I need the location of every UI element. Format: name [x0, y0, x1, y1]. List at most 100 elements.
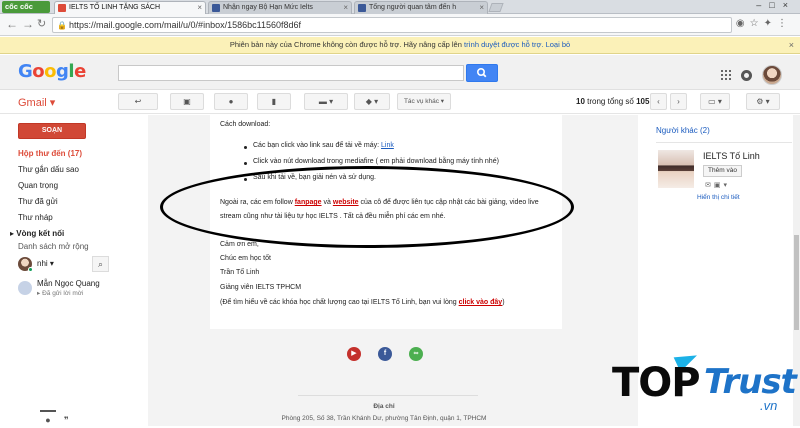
- contact-photo[interactable]: [658, 150, 694, 188]
- newer-button[interactable]: ‹: [650, 93, 667, 110]
- unsupported-browser-infobar: Phiên bản này của Chrome không còn được …: [0, 37, 800, 54]
- link-icon[interactable]: ∞: [409, 347, 423, 361]
- close-tab-icon[interactable]: ×: [479, 2, 484, 14]
- highlight-ellipse: [160, 166, 574, 248]
- lock-icon: 🔒: [57, 21, 67, 30]
- nav-item-inbox[interactable]: Hộp thư đến (17): [0, 146, 118, 162]
- reload-icon[interactable]: ↻: [37, 17, 46, 30]
- compose-button[interactable]: SOẠN: [18, 123, 86, 139]
- mail-search-input[interactable]: [118, 65, 464, 81]
- download-link[interactable]: Link: [381, 142, 394, 149]
- back-arrow-icon[interactable]: ←: [6, 17, 18, 31]
- chevron-right-icon: ›: [677, 97, 680, 106]
- bullet-icon: [244, 146, 247, 149]
- tab-ielts-to-linh[interactable]: IELTS TỐ LINH TẶNG SÁCH ×: [54, 1, 206, 14]
- nav-item-sent[interactable]: Thư đã gửi: [0, 194, 118, 210]
- gmail-toolbar: Gmail ▾ ↩ ▣ ● ▮ ▬ ▾ ◆ ▾ Tác vụ khác ▾ 10…: [0, 91, 800, 114]
- close-icon[interactable]: ×: [789, 37, 794, 53]
- forward-arrow-icon[interactable]: →: [22, 17, 34, 31]
- keyboard-icon: ▭ ▾: [708, 97, 722, 106]
- signature-title: Giảng viên IELTS TPHCM: [220, 284, 302, 291]
- online-status-icon: [28, 267, 33, 272]
- report-spam-button[interactable]: ●: [214, 93, 248, 110]
- contact-status: ▸ Đã gửi lời mời: [37, 290, 84, 297]
- account-avatar[interactable]: [762, 65, 782, 85]
- more-actions-button[interactable]: Tác vụ khác ▾: [397, 93, 451, 110]
- email-icon[interactable]: ✉: [705, 182, 714, 189]
- trash-icon: ▮: [271, 97, 277, 106]
- close-tab-icon[interactable]: ×: [197, 2, 202, 14]
- contact-name[interactable]: IELTS Tố Linh: [703, 151, 760, 161]
- chat-icon[interactable]: ▣: [714, 182, 724, 189]
- nav-list: Hộp thư đến (17) Thư gắn dấu sao Quan tr…: [0, 146, 118, 251]
- extension-icons[interactable]: ◉☆✦⋮: [736, 18, 792, 29]
- back-to-inbox-button[interactable]: ↩: [118, 93, 158, 110]
- left-nav: SOẠN Hộp thư đến (17) Thư gắn dấu sao Qu…: [0, 115, 118, 426]
- bullet-2: Click vào nút download trong mediafire (…: [253, 158, 499, 165]
- tab-third[interactable]: Tổng người quan tâm đến h ×: [354, 1, 488, 14]
- address-block: Địa chỉ Phòng 205, Số 38, Trần Khánh Dư,…: [281, 403, 487, 422]
- close-tab-icon[interactable]: ×: [343, 2, 348, 14]
- url-input[interactable]: 🔒 https://mail.google.com/mail/u/0/#inbo…: [52, 17, 732, 33]
- toptrust-watermark-logo: TOP Trust .vn: [612, 348, 798, 424]
- tab-second[interactable]: Nhận ngay Bộ Hạn Mức Ielts ×: [208, 1, 352, 14]
- gmail-menu[interactable]: Gmail ▾: [18, 96, 55, 109]
- facebook-icon[interactable]: f: [378, 347, 392, 361]
- tag-icon: ◆ ▾: [365, 97, 379, 106]
- dismiss-link[interactable]: Loại bỏ: [546, 40, 571, 49]
- bullet-icon: [244, 162, 247, 165]
- search-button[interactable]: [466, 64, 498, 82]
- bullet-1: Các bạn click vào link sau để tải về máy…: [253, 142, 394, 149]
- scrollbar-thumb[interactable]: [794, 235, 799, 330]
- nav-item-drafts[interactable]: Thư nháp: [0, 210, 118, 226]
- google-logo[interactable]: Google: [18, 61, 86, 82]
- search-icon: [477, 67, 487, 78]
- nav-item-more[interactable]: Danh sách mở rộng: [0, 242, 118, 251]
- click-here-link[interactable]: click vào đây: [459, 299, 503, 306]
- facebook-favicon-icon: [212, 4, 220, 12]
- facebook-favicon-icon: [358, 4, 366, 12]
- input-tools-button[interactable]: ▭ ▾: [700, 93, 730, 110]
- others-heading[interactable]: Người khác (2): [656, 126, 710, 135]
- new-tab-button[interactable]: [488, 3, 504, 12]
- header-actions: [721, 65, 782, 85]
- delete-button[interactable]: ▮: [257, 93, 291, 110]
- apps-grid-icon[interactable]: [721, 70, 731, 80]
- gear-icon: ⚙ ▾: [756, 97, 770, 106]
- archive-button[interactable]: ▣: [170, 93, 204, 110]
- move-to-button[interactable]: ▬ ▾: [304, 93, 348, 110]
- search-people-button[interactable]: ⌕: [92, 256, 109, 272]
- divider: [298, 395, 478, 396]
- notifications-icon[interactable]: [741, 69, 752, 81]
- chevron-down-icon[interactable]: ▾: [724, 182, 731, 189]
- contact-actions: ✉▣▾: [705, 181, 730, 189]
- spam-icon: ●: [228, 97, 234, 106]
- supported-browser-link[interactable]: trình duyệt được hỗ trợ.: [464, 40, 543, 49]
- nav-item-starred[interactable]: Thư gắn dấu sao: [0, 162, 118, 178]
- google-header: Google: [0, 55, 800, 90]
- search-icon: ⌕: [97, 259, 104, 269]
- address-bar: ← → ↻ 🔒 https://mail.google.com/mail/u/0…: [0, 14, 800, 36]
- nav-item-circles[interactable]: ▸ Vòng kết nối: [0, 226, 118, 242]
- nav-item-important[interactable]: Quan trọng: [0, 178, 118, 194]
- show-details-link[interactable]: Hiển thị chi tiết: [697, 194, 740, 201]
- gmail-favicon-icon: [58, 4, 66, 12]
- sent-invite-icon: ▸: [37, 290, 41, 297]
- person-icon[interactable]: ●: [40, 410, 56, 426]
- older-button[interactable]: ›: [670, 93, 687, 110]
- folder-icon: ▬ ▾: [318, 97, 334, 106]
- hangouts-me[interactable]: nhi ▾ ⌕: [18, 256, 110, 275]
- pager-count: 10 trong tổng số 105: [576, 97, 650, 106]
- closing-thanks: Cảm ơn em,: [220, 241, 259, 248]
- youtube-icon[interactable]: ▶: [347, 347, 361, 361]
- window-controls[interactable]: –□×: [756, 0, 796, 10]
- closing-wish: Chúc em học tốt: [220, 255, 271, 262]
- coccoc-logo[interactable]: cốc cốc: [2, 1, 50, 13]
- download-heading: Cách download:: [220, 121, 271, 128]
- labels-button[interactable]: ◆ ▾: [354, 93, 390, 110]
- hangouts-contact[interactable]: Mẫn Ngọc Quang ▸ Đã gửi lời mời: [18, 279, 118, 301]
- message-area: Cách download: Các bạn click vào link sa…: [148, 115, 638, 426]
- divider: [656, 142, 792, 143]
- add-to-circles-button[interactable]: Thêm vào: [703, 165, 742, 177]
- settings-button[interactable]: ⚙ ▾: [746, 93, 780, 110]
